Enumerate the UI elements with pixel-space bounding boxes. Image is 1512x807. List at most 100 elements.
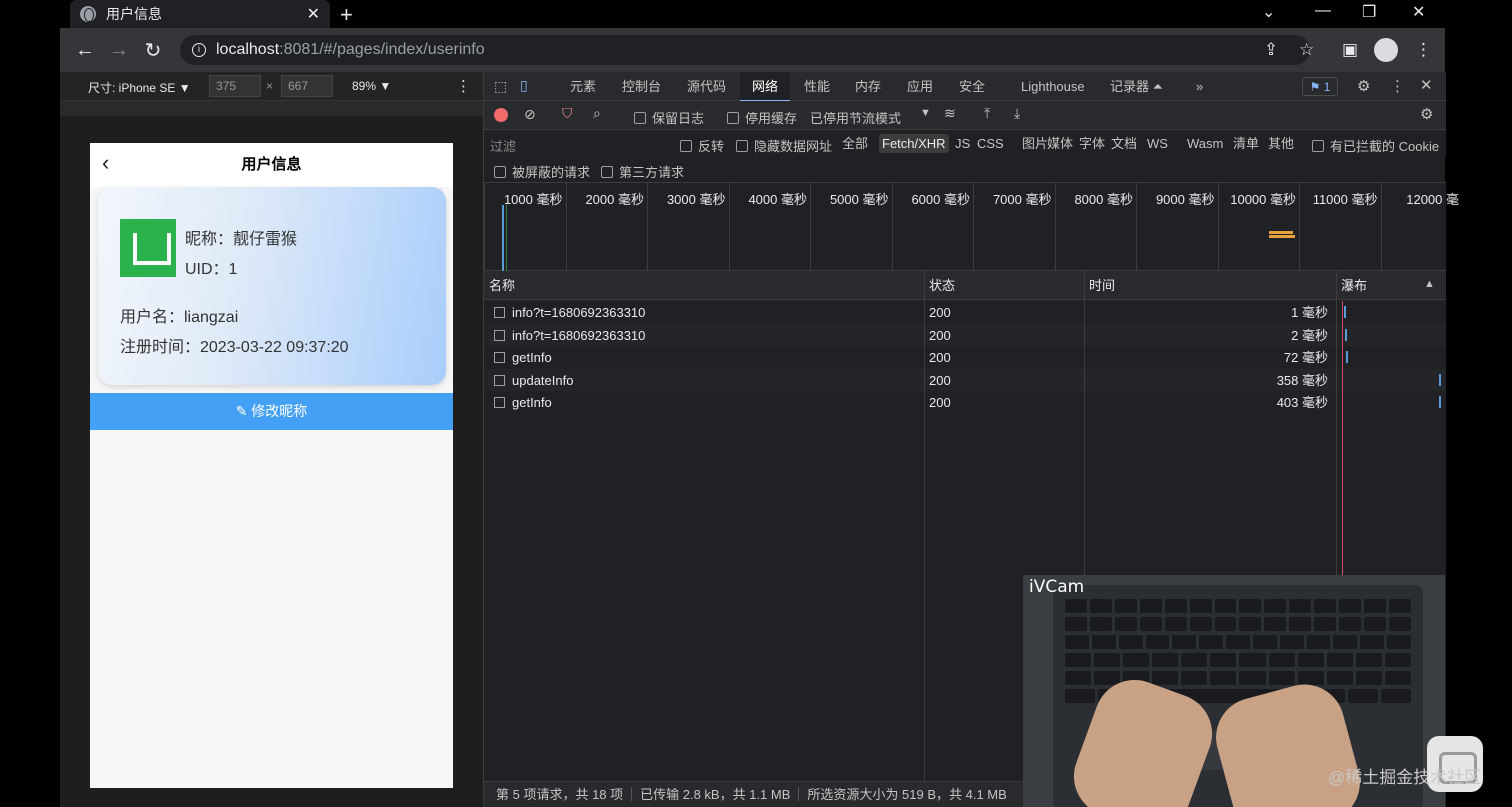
search-icon[interactable]: ⌕: [593, 105, 601, 122]
request-time: 72 毫秒: [1283, 350, 1328, 366]
type-filter[interactable]: JS: [952, 134, 973, 153]
devtools-menu-icon[interactable]: ⋮: [1390, 77, 1405, 95]
back-icon[interactable]: ←: [68, 39, 102, 62]
back-arrow-icon[interactable]: ‹: [102, 143, 109, 183]
table-row[interactable]: updateInfo 200 358 毫秒: [484, 368, 1446, 392]
devtools-tab[interactable]: 源代码: [675, 72, 738, 101]
column-status-header[interactable]: 状态: [924, 271, 1084, 300]
type-filter[interactable]: 文档: [1108, 134, 1140, 153]
blocked-cookies-checkbox[interactable]: 有已拦截的 Cookie: [1312, 136, 1439, 155]
dimension-times: ×: [266, 79, 274, 93]
device-height-input[interactable]: 667: [281, 75, 333, 97]
type-filter[interactable]: 媒体: [1044, 134, 1076, 153]
device-more-icon[interactable]: ⋮: [456, 77, 471, 95]
close-tab-icon[interactable]: ✕: [307, 4, 320, 24]
devtools-tab[interactable]: Lighthouse: [1009, 72, 1097, 101]
devtools-tab[interactable]: 元素: [558, 72, 608, 101]
request-name-cell[interactable]: updateInfo: [494, 369, 573, 392]
devtools-tab[interactable]: »: [1184, 72, 1215, 101]
browser-tab[interactable]: 用户信息 ✕: [70, 0, 330, 28]
preserve-log-checkbox[interactable]: 保留日志: [634, 108, 704, 127]
device-select[interactable]: 尺寸: iPhone SE ▼: [88, 79, 191, 96]
devtools-settings-icon[interactable]: ⚙: [1357, 77, 1370, 95]
hide-data-urls-label: 隐藏数据网址: [754, 139, 833, 154]
invert-checkbox[interactable]: 反转: [680, 136, 724, 155]
filter-input[interactable]: 过滤: [490, 136, 516, 155]
devtools-tab[interactable]: 控制台: [610, 72, 673, 101]
type-filter[interactable]: 其他: [1265, 134, 1297, 153]
table-row[interactable]: getInfo 200 72 毫秒: [484, 346, 1446, 370]
profile-avatar[interactable]: [1374, 38, 1398, 62]
waterfall-bar: [1439, 373, 1441, 386]
browser-menu-icon[interactable]: ⋮: [1415, 40, 1432, 60]
column-time-header[interactable]: 时间: [1084, 271, 1336, 300]
record-icon[interactable]: [494, 108, 508, 122]
inspect-element-icon[interactable]: ⬚: [494, 78, 507, 95]
site-info-icon[interactable]: i: [192, 43, 206, 57]
column-name-header[interactable]: 名称: [484, 271, 924, 300]
waterfall-bar: [1439, 396, 1441, 409]
sort-ascending-icon[interactable]: ▲: [1424, 278, 1435, 290]
new-tab-button[interactable]: +: [340, 2, 353, 28]
window-close-button[interactable]: ✕: [1412, 2, 1425, 22]
table-row[interactable]: info?t=1680692363310 200 1 毫秒: [484, 301, 1446, 324]
column-divider: [924, 271, 925, 781]
import-har-icon[interactable]: ⤒: [984, 105, 990, 122]
type-filter[interactable]: WS: [1144, 134, 1171, 153]
hide-data-urls-checkbox[interactable]: 隐藏数据网址: [736, 136, 832, 155]
share-icon[interactable]: ⇪: [1264, 40, 1278, 60]
page-header: 用户信息: [90, 143, 453, 187]
network-overview-timeline[interactable]: 1000 毫秒 2000 毫秒 3000 毫秒 4000 毫秒 5000 毫秒 6000 …: [484, 183, 1459, 271]
network-conditions-icon[interactable]: ≋: [944, 105, 956, 122]
clear-icon[interactable]: ⊘: [524, 106, 536, 123]
request-name: getInfo: [512, 395, 552, 411]
blocked-requests-checkbox[interactable]: 被屏蔽的请求: [494, 162, 590, 181]
type-filter[interactable]: 字体: [1076, 134, 1108, 153]
address-bar[interactable]: i localhost:8081/#/pages/index/userinfo: [180, 35, 1310, 65]
side-panel-icon[interactable]: ▣: [1342, 40, 1358, 60]
edit-nickname-button[interactable]: ✎ 修改昵称: [90, 393, 453, 430]
devtools-tab[interactable]: 记录器 ⏶: [1098, 72, 1175, 101]
export-har-icon[interactable]: ⤓: [1014, 105, 1020, 122]
table-row[interactable]: info?t=1680692363310 200 2 毫秒: [484, 323, 1446, 347]
key-row: [1065, 599, 1411, 613]
devtools-tab[interactable]: 内存: [843, 72, 893, 101]
forward-icon[interactable]: →: [102, 39, 136, 62]
devtools-tab[interactable]: 应用: [895, 72, 945, 101]
timeline-tick-label: 10000 毫秒: [1230, 192, 1296, 207]
zoom-select[interactable]: 89% ▼: [352, 79, 391, 93]
network-settings-icon[interactable]: ⚙: [1420, 105, 1433, 123]
device-width-input[interactable]: 375: [209, 75, 261, 97]
type-filter[interactable]: Fetch/XHR: [879, 134, 949, 153]
throttle-dropdown-icon[interactable]: ▼: [920, 107, 931, 119]
filter-icon[interactable]: ⛉: [562, 105, 573, 122]
devtools-tab[interactable]: 性能: [792, 72, 842, 101]
devtools-close-icon[interactable]: ✕: [1420, 76, 1433, 94]
request-name-cell[interactable]: info?t=1680692363310: [494, 324, 645, 347]
blocked-cookies-label: 有已拦截的 Cookie: [1330, 139, 1440, 154]
timeline-tick-label: 11000 毫秒: [1312, 192, 1378, 207]
devtools-tab[interactable]: 网络: [740, 72, 791, 102]
timeline-tick-label: 8000 毫秒: [1074, 192, 1133, 207]
request-name-cell[interactable]: info?t=1680692363310: [494, 301, 645, 324]
type-filter[interactable]: 清单: [1230, 134, 1262, 153]
minimize-button[interactable]: —: [1315, 2, 1331, 20]
tab-search-chevron-icon[interactable]: ⌄: [1262, 2, 1275, 22]
third-party-checkbox[interactable]: 第三方请求: [601, 162, 684, 181]
url-host: localhost: [216, 41, 280, 58]
type-filter[interactable]: 全部: [839, 134, 871, 153]
bookmark-star-icon[interactable]: ☆: [1299, 40, 1314, 60]
disable-cache-checkbox[interactable]: 停用缓存: [727, 108, 797, 127]
table-row[interactable]: getInfo 200 403 毫秒: [484, 391, 1446, 415]
timeline-tick-label: 2000 毫秒: [585, 192, 644, 207]
device-toolbar-toggle-icon[interactable]: ▯: [520, 77, 528, 94]
issues-badge[interactable]: ⚑ 1: [1302, 77, 1338, 96]
reload-icon[interactable]: ↻: [136, 38, 170, 63]
devtools-tab[interactable]: 安全: [947, 72, 997, 101]
restore-button[interactable]: ❐: [1362, 2, 1376, 22]
request-name-cell[interactable]: getInfo: [494, 346, 552, 369]
request-name-cell[interactable]: getInfo: [494, 391, 552, 414]
throttle-select[interactable]: 已停用节流模式: [810, 108, 901, 127]
type-filter[interactable]: Wasm: [1184, 134, 1226, 153]
type-filter[interactable]: CSS: [974, 134, 1007, 153]
